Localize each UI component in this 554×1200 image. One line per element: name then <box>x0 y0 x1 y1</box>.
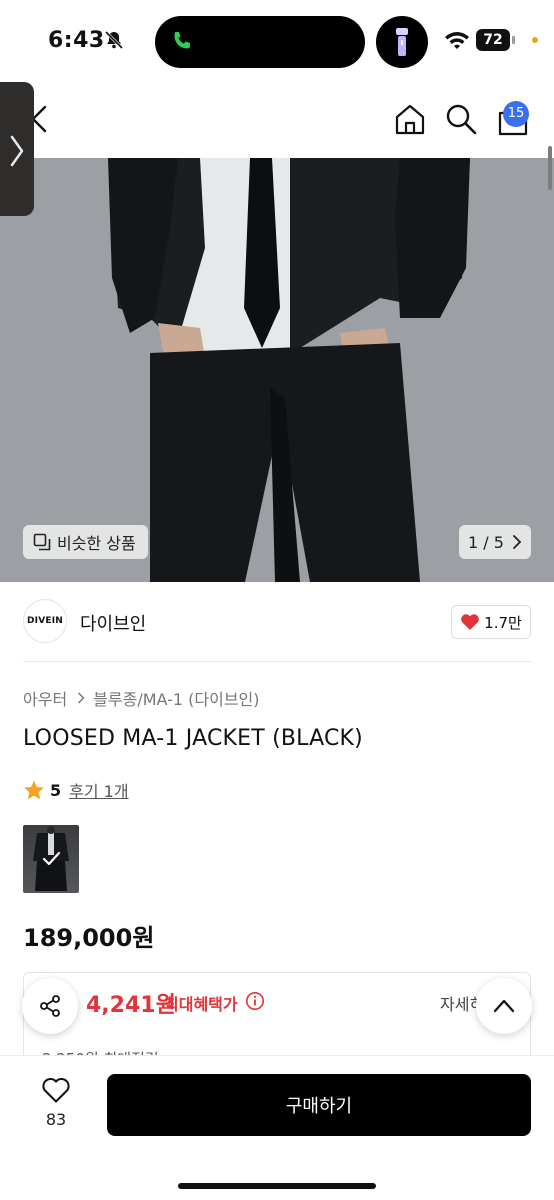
wishlist-button[interactable]: 83 <box>30 1074 82 1136</box>
chevron-right-icon <box>78 692 85 704</box>
max-benefit-label: 최대혜택가 <box>164 995 238 1014</box>
wifi-icon <box>445 32 469 49</box>
product-title: LOOSED MA-1 JACKET (BLACK) <box>23 726 363 751</box>
brand-logo[interactable]: DIVEIN <box>23 599 67 643</box>
brand-like-count: 1.7만 <box>484 613 522 632</box>
chevron-right-icon <box>10 135 24 167</box>
bottom-purchase-bar: 83 구매하기 <box>0 1055 554 1200</box>
thumbnail-illustration <box>33 826 69 891</box>
scrollbar-thumb[interactable] <box>548 146 552 190</box>
status-bar: 6:43 72 <box>0 0 554 80</box>
page-indicator-text: 1 / 5 <box>468 532 504 552</box>
breadcrumb: 아우터 블루종/MA-1 (다이브인) <box>23 686 260 710</box>
similar-products-label: 비슷한 상품 <box>57 534 136 553</box>
brand-like-button[interactable]: 1.7만 <box>451 605 531 639</box>
chevron-right-icon <box>513 535 522 549</box>
privacy-dot <box>532 37 538 43</box>
home-icon[interactable] <box>393 102 427 136</box>
star-icon <box>24 780 44 800</box>
copy-icon <box>33 533 51 551</box>
cart-count-badge: 15 <box>503 101 529 127</box>
brand-name[interactable]: 다이브인 <box>80 610 146 636</box>
rating-score: 5 <box>50 780 62 800</box>
scroll-to-top-button[interactable] <box>476 978 532 1034</box>
heart-outline-icon <box>42 1077 70 1103</box>
battery-indicator: 72 <box>476 29 510 51</box>
reviews-link[interactable]: 후기 1개 <box>69 778 128 802</box>
product-image[interactable] <box>0 158 554 582</box>
similar-products-button[interactable]: 비슷한 상품 <box>23 525 148 559</box>
search-icon[interactable] <box>445 102 477 136</box>
breadcrumb-subcategory[interactable]: 블루종/MA-1 (다이브인) <box>93 686 259 710</box>
dynamic-island-flashlight[interactable] <box>376 16 428 68</box>
top-navigation: 15 <box>0 80 554 158</box>
product-photo-illustration <box>0 158 554 582</box>
chevron-up-icon <box>493 999 515 1013</box>
buy-button[interactable]: 구매하기 <box>107 1074 531 1136</box>
home-indicator[interactable] <box>178 1183 376 1189</box>
info-icon[interactable] <box>245 991 265 1011</box>
max-benefit-price: 4,241원 <box>86 993 176 1018</box>
dynamic-island-call[interactable] <box>155 16 365 68</box>
battery-tip <box>512 36 515 44</box>
divider <box>23 661 531 662</box>
share-icon <box>40 995 60 1017</box>
product-price: 189,000원 <box>23 924 155 952</box>
side-panel-handle[interactable] <box>0 82 34 216</box>
phone-icon <box>174 32 190 49</box>
bell-muted-icon <box>104 30 124 50</box>
breadcrumb-category[interactable]: 아우터 <box>23 686 67 710</box>
color-option-thumbnail[interactable] <box>23 825 79 893</box>
heart-filled-icon <box>461 614 479 630</box>
flashlight-icon <box>396 28 408 56</box>
wishlist-count: 83 <box>45 1110 67 1129</box>
status-time: 6:43 <box>48 28 105 53</box>
image-page-indicator[interactable]: 1 / 5 <box>459 525 531 559</box>
share-button[interactable] <box>22 978 78 1034</box>
rating-row: 5 후기 1개 <box>23 778 129 802</box>
